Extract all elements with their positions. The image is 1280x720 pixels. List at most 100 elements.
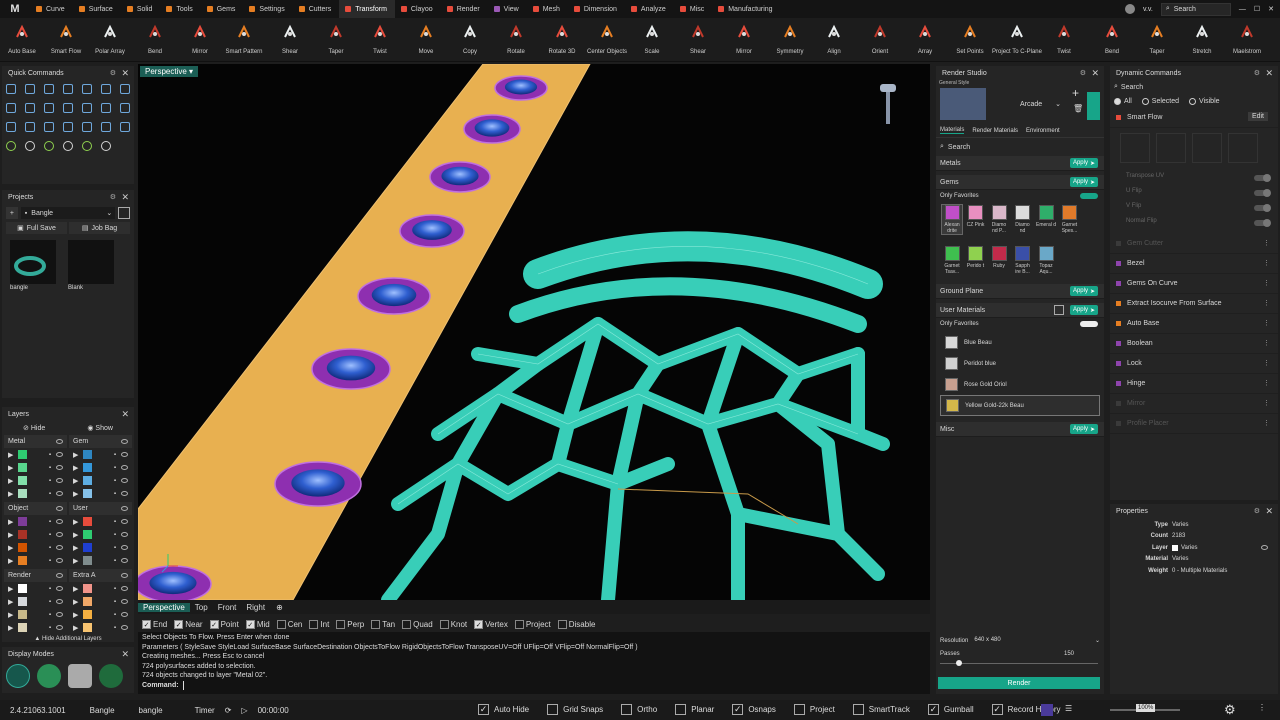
snap-vertex[interactable]: ✓ Vertex [474, 620, 508, 629]
passes-slider[interactable] [940, 660, 1098, 668]
menu-tab-analyze[interactable]: Analyze [625, 0, 674, 18]
polyline-icon[interactable] [25, 84, 35, 94]
lock-icon[interactable]: ▪ [49, 586, 51, 592]
apply-style-icon[interactable] [1087, 92, 1100, 120]
gem-material-swatch[interactable]: Garnet Spes... [1060, 205, 1080, 234]
layer-color-swatch[interactable] [18, 543, 28, 552]
trim-icon[interactable] [6, 122, 16, 132]
apply-button[interactable]: Apply ➤ [1069, 158, 1098, 168]
radio-icon[interactable] [1189, 97, 1197, 105]
lock-icon[interactable]: ▪ [114, 532, 116, 538]
line-icon[interactable] [6, 84, 16, 94]
visibility-eye-icon[interactable] [56, 573, 63, 578]
menu-tab-curve[interactable]: Curve [30, 0, 73, 18]
layer-color-swatch[interactable] [18, 610, 28, 619]
checkbox[interactable]: ✓ [927, 704, 939, 715]
shaded-mode-icon[interactable] [37, 664, 61, 688]
rectangle-icon[interactable] [6, 103, 16, 113]
viewport-tab-right[interactable]: Right [241, 603, 270, 612]
menu-tab-surface[interactable]: Surface [73, 0, 121, 18]
layer-row[interactable]: ▶ ▪ [69, 541, 132, 554]
layer-row[interactable]: ▶ ▪ [4, 515, 67, 528]
visibility-eye-icon[interactable] [121, 599, 128, 604]
flow-slot[interactable] [1120, 133, 1150, 163]
menu-tab-view[interactable]: View [488, 0, 527, 18]
tool-align[interactable]: Align [812, 18, 856, 62]
layer-row[interactable]: ▶ ▪ [69, 515, 132, 528]
visibility-eye-icon[interactable] [121, 519, 128, 524]
checkbox[interactable] [439, 620, 449, 629]
visibility-eye-icon[interactable] [121, 573, 128, 578]
tool-shear[interactable]: Shear [268, 18, 312, 62]
close-icon[interactable]: ✕ [1265, 506, 1273, 517]
toggle-planar[interactable]: Planar [675, 704, 714, 715]
layer-row[interactable]: ▶ ▪ [4, 582, 67, 595]
visibility-eye-icon[interactable] [56, 439, 63, 444]
layer-group-header[interactable]: User [69, 502, 132, 515]
visibility-eye-icon[interactable] [121, 491, 128, 496]
expand-arrow-icon[interactable]: ▶ [73, 464, 78, 472]
layer-row[interactable]: ▶ ▪ [4, 608, 67, 621]
layer-row[interactable]: ▶ ▪ [69, 448, 132, 461]
flow-slot[interactable] [1156, 133, 1186, 163]
point-icon[interactable] [44, 84, 54, 94]
snap-quad[interactable]: Quad [402, 620, 433, 629]
menu-search-input[interactable]: ⌕ Search [1160, 2, 1231, 16]
layer-color-swatch[interactable] [83, 556, 93, 565]
layer-group-header[interactable]: Object [4, 502, 67, 515]
menu-tab-transform[interactable]: Transform [339, 0, 395, 18]
expand-arrow-icon[interactable]: ▶ [73, 557, 78, 565]
gem-material-swatch[interactable]: Alexan drite [941, 204, 963, 235]
gem-material-swatch[interactable]: Topaz Aqu... [1036, 246, 1056, 275]
lock-icon[interactable]: ▪ [49, 478, 51, 484]
array-icon[interactable] [101, 103, 111, 113]
lock-icon[interactable]: ▪ [49, 465, 51, 471]
filter-all[interactable]: All [1114, 97, 1132, 105]
expand-arrow-icon[interactable]: ▶ [8, 477, 13, 485]
reset-timer-icon[interactable]: ⟳ [225, 706, 232, 715]
lock-icon[interactable]: ▪ [114, 558, 116, 564]
dynamic-command-item[interactable]: Mirror ⋮ [1110, 394, 1278, 414]
visibility-eye-icon[interactable] [56, 625, 63, 630]
layout-icon[interactable] [1041, 704, 1053, 716]
visibility-eye-icon[interactable] [56, 612, 63, 617]
visibility-eye-icon[interactable] [56, 465, 63, 470]
layer-row[interactable]: ▶ ▪ [69, 582, 132, 595]
menu-tab-solid[interactable]: Solid [121, 0, 161, 18]
checkbox[interactable] [793, 704, 805, 715]
favorites-toggle[interactable] [1080, 193, 1098, 199]
maximize-icon[interactable]: ☐ [1254, 5, 1260, 13]
user-material-row[interactable]: Blue Beau [940, 332, 1100, 353]
tool-shear[interactable]: Shear [676, 18, 720, 62]
gem-bezel[interactable] [429, 161, 491, 193]
visibility-eye-icon[interactable] [121, 465, 128, 470]
visibility-eye-icon[interactable] [121, 506, 128, 511]
project-thumbnail[interactable]: Blank [68, 240, 114, 291]
dynamic-command-item[interactable]: Auto Base ⋮ [1110, 314, 1278, 334]
expand-arrow-icon[interactable]: ▶ [8, 557, 13, 565]
tool-project-to-c-plane[interactable]: Project To C-Plane [992, 18, 1042, 62]
more-options-icon[interactable]: ⋮ [1263, 239, 1270, 247]
tool-taper[interactable]: Taper [314, 18, 358, 62]
viewport-tab-top[interactable]: Top [190, 603, 213, 612]
command-input[interactable] [182, 680, 926, 690]
explode-icon[interactable] [63, 122, 73, 132]
tool-move[interactable]: Move [404, 18, 448, 62]
lock-icon[interactable]: ▪ [49, 558, 51, 564]
menu-tab-cutters[interactable]: Cutters [293, 0, 340, 18]
lock-icon[interactable]: ▪ [114, 586, 116, 592]
project-thumbnail[interactable]: bangle [10, 240, 56, 291]
apply-button[interactable]: Apply ➤ [1069, 286, 1098, 296]
tool-rotate[interactable]: Rotate [494, 18, 538, 62]
expand-arrow-icon[interactable]: ▶ [73, 477, 78, 485]
misc-section[interactable]: Misc Apply ➤ [936, 422, 1104, 437]
ground-plane-section[interactable]: Ground Plane Apply ➤ [936, 284, 1104, 299]
layer-row[interactable]: ▶ ▪ [4, 474, 67, 487]
snap-perp[interactable]: Perp [336, 620, 364, 629]
visibility-eye-icon[interactable] [56, 558, 63, 563]
light-pin-icon[interactable] [880, 84, 896, 124]
dc-active-command[interactable]: Smart Flow Edit [1110, 108, 1278, 128]
visibility-eye-icon[interactable] [56, 519, 63, 524]
mesh-structure[interactable] [381, 231, 890, 600]
layer-group-header[interactable]: Extra A [69, 569, 132, 582]
